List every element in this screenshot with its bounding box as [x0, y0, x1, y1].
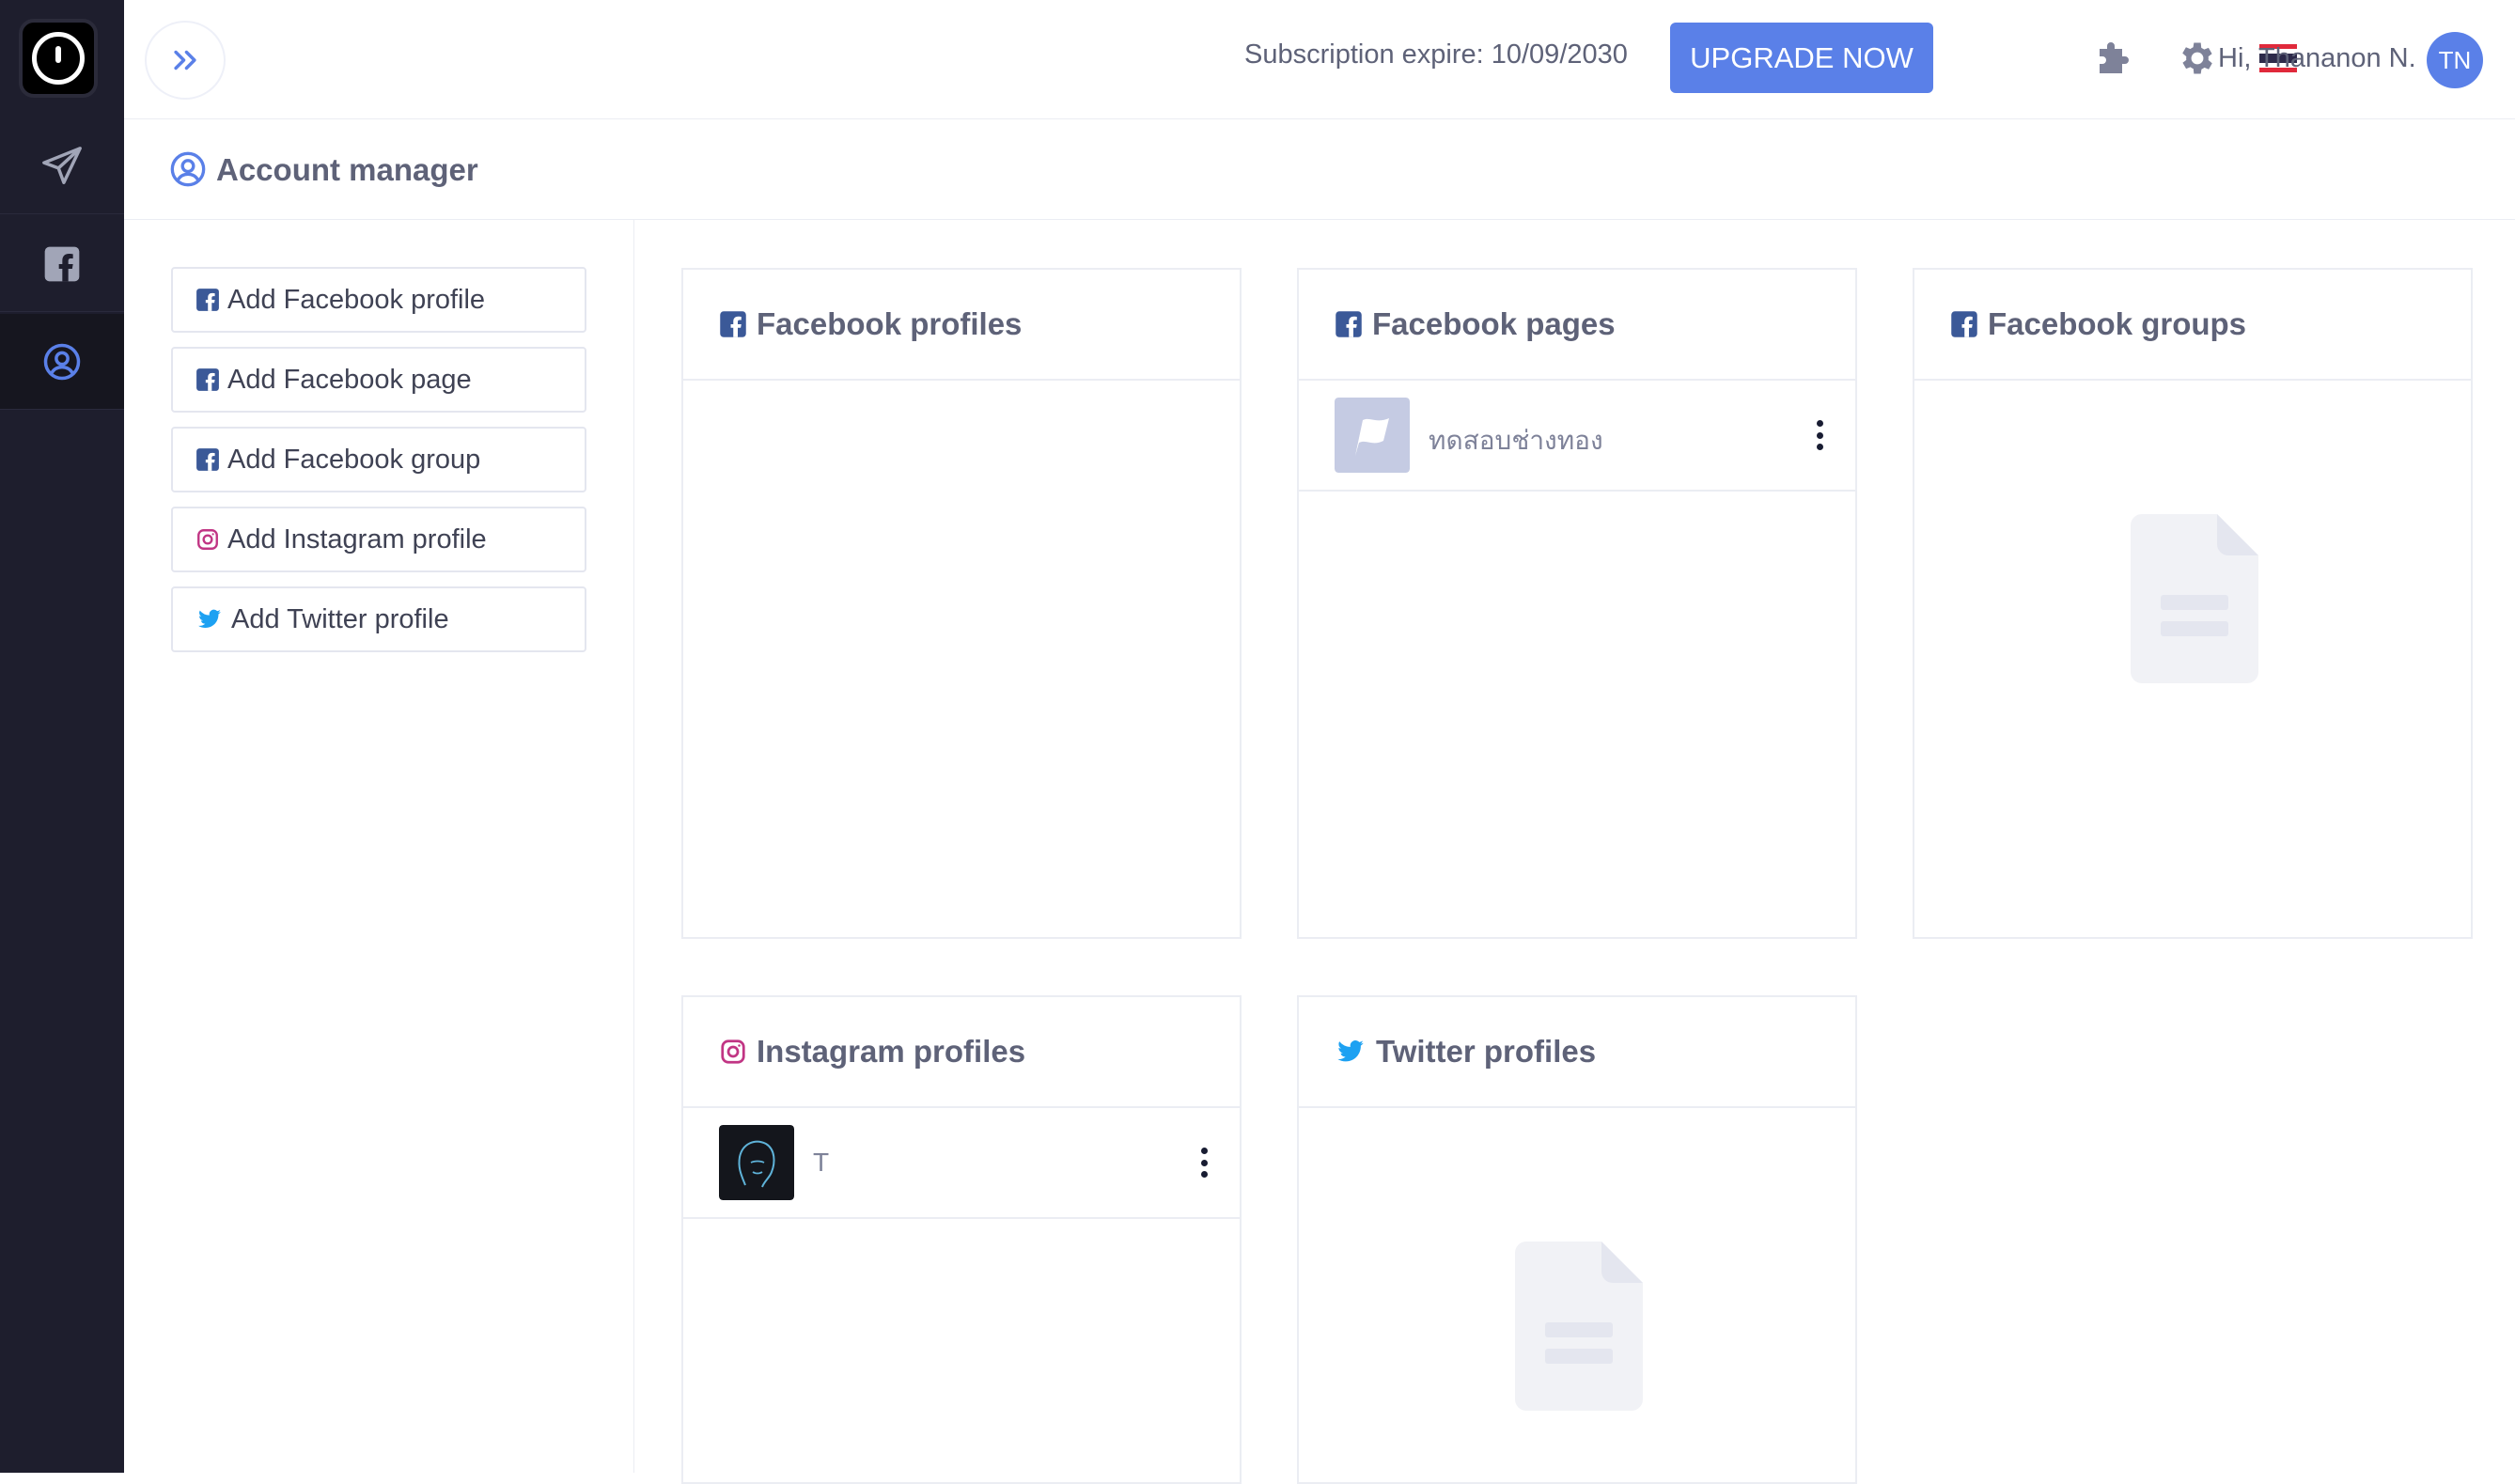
facebook-icon	[196, 289, 219, 311]
instagram-icon	[721, 1039, 745, 1064]
profile-name: T	[813, 1148, 830, 1177]
add-instagram-profile-button[interactable]: Add Instagram profile	[171, 507, 586, 572]
instagram-profiles-card: Instagram profiles T	[681, 995, 1242, 1484]
twitter-icon	[1337, 1040, 1364, 1062]
add-account-menu: Add Facebook profile Add Facebook page A…	[124, 220, 634, 1473]
more-options-icon[interactable]	[1810, 416, 1829, 454]
card-title: Twitter profiles	[1376, 1034, 1597, 1069]
app-logo[interactable]	[19, 19, 98, 98]
facebook-icon	[196, 448, 219, 471]
twitter-profiles-card: Twitter profiles	[1297, 995, 1857, 1484]
page-name: ทดสอบช่างทอง	[1429, 426, 1603, 455]
card-header: Facebook profiles	[683, 270, 1240, 381]
paper-plane-icon	[42, 146, 82, 184]
settings-button[interactable]	[2173, 34, 2222, 83]
sidebar	[0, 0, 124, 1473]
card-title: Facebook groups	[1988, 306, 2247, 341]
profile-avatar-thumbnail	[719, 1125, 794, 1200]
facebook-icon	[1336, 311, 1362, 337]
user-circle-icon	[43, 343, 81, 380]
facebook-icon	[720, 311, 746, 337]
card-title: Instagram profiles	[757, 1034, 1026, 1069]
list-item[interactable]: ทดสอบช่างทอง	[1299, 381, 1855, 492]
page-flag-thumbnail	[1335, 398, 1410, 473]
card-title: Facebook pages	[1372, 306, 1616, 341]
card-header: Twitter profiles	[1299, 997, 1855, 1108]
puzzle-icon	[2100, 42, 2129, 73]
add-facebook-profile-button[interactable]: Add Facebook profile	[171, 267, 586, 333]
page-subheader: Account manager	[124, 120, 2515, 220]
sidebar-item-posts[interactable]	[0, 118, 124, 214]
extensions-button[interactable]	[2090, 34, 2139, 83]
page-title: Account manager	[216, 152, 478, 187]
subscription-expiry: Subscription expire: 10/09/2030	[1244, 39, 1628, 70]
empty-document-icon	[1515, 1242, 1643, 1411]
facebook-square-icon	[44, 246, 80, 281]
facebook-profiles-card: Facebook profiles	[681, 268, 1242, 939]
top-header: Subscription expire: 10/09/2030 UPGRADE …	[124, 0, 2515, 119]
gear-icon	[2182, 42, 2212, 74]
add-button-label: Add Twitter profile	[231, 603, 449, 634]
more-options-icon[interactable]	[1195, 1144, 1213, 1181]
instagram-icon	[197, 529, 218, 550]
add-facebook-group-button[interactable]: Add Facebook group	[171, 427, 586, 492]
card-header: Instagram profiles	[683, 997, 1240, 1108]
add-button-label: Add Facebook page	[227, 364, 472, 395]
facebook-pages-card: Facebook pages ทดสอบช่างทอง	[1297, 268, 1857, 939]
add-button-label: Add Facebook group	[227, 444, 481, 475]
sidebar-toggle-button[interactable]	[145, 21, 226, 100]
facebook-groups-card: Facebook groups	[1913, 268, 2473, 939]
sidebar-item-facebook[interactable]	[0, 216, 124, 312]
sidebar-item-account-manager[interactable]	[0, 314, 124, 410]
empty-document-icon	[2131, 514, 2258, 683]
chevrons-right-icon	[174, 50, 196, 70]
add-button-label: Add Instagram profile	[227, 523, 487, 555]
facebook-icon	[1951, 311, 1977, 337]
user-greeting[interactable]: Hi, Thananon N.	[2218, 43, 2416, 74]
twitter-icon	[198, 609, 221, 628]
list-item[interactable]: T	[683, 1108, 1240, 1219]
user-circle-icon	[170, 151, 206, 187]
clock-logo-icon	[32, 32, 85, 85]
card-header: Facebook groups	[1914, 270, 2471, 381]
avatar[interactable]: TN	[2427, 32, 2483, 88]
facebook-icon	[196, 368, 219, 391]
upgrade-now-button[interactable]: UPGRADE NOW	[1670, 23, 1933, 93]
card-header: Facebook pages	[1299, 270, 1855, 381]
card-title: Facebook profiles	[757, 306, 1023, 341]
add-facebook-page-button[interactable]: Add Facebook page	[171, 347, 586, 413]
add-twitter-profile-button[interactable]: Add Twitter profile	[171, 586, 586, 652]
add-button-label: Add Facebook profile	[227, 284, 486, 315]
